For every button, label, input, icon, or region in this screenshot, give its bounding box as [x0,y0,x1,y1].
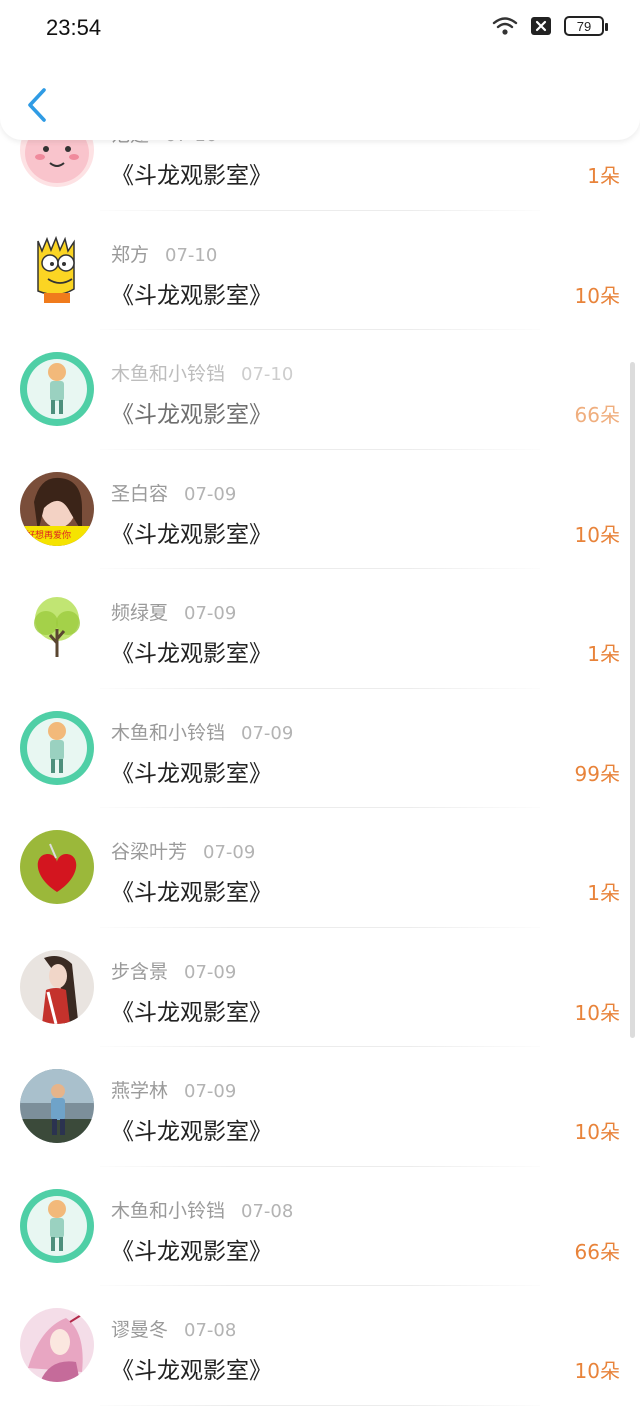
list-item[interactable]: 郑方 07-10 《斗龙观影室》 10朵 [0,211,640,330]
item-amount: 66朵 [574,1239,620,1264]
item-amount: 10朵 [574,522,620,547]
item-date: 07-09 [241,722,294,744]
user-name: 谬曼冬 [111,1319,169,1341]
item-amount: 10朵 [574,1000,620,1025]
status-icons: 79 [492,16,608,36]
avatar[interactable] [20,1188,94,1263]
list-item[interactable]: 步含景 07-09 《斗龙观影室》 10朵 [0,928,640,1047]
screen: 范建07-10 《斗龙观影室》 1朵 郑方07-10 《斗龙观影室》 10朵 木… [0,0,640,1422]
list-item[interactable]: 好想再爱你 圣白容 07-09 《斗龙观影室》 10朵 [0,450,640,569]
item-meta: 木鱼和小铃铛 07-09 [111,718,293,745]
list-item[interactable]: 木鱼和小铃铛 07-09 《斗龙观影室》 99朵 [0,689,640,808]
user-name: 频绿夏 [111,602,169,624]
user-name: 步含景 [111,960,169,983]
scrollbar[interactable] [630,362,635,1038]
item-meta: 步含景 07-09 [111,957,236,984]
list-item[interactable]: 木鱼和小铃铛 07-10 《斗龙观影室》 66朵 [0,330,640,450]
item-meta: 燕学林 07-09 [111,1076,236,1103]
status-time: 23:54 [46,15,102,40]
avatar[interactable] [20,1069,94,1143]
item-date: 07-09 [184,603,237,624]
item-title: 《斗龙观影室》 [111,1119,272,1145]
list-item[interactable]: 谬曼冬 07-08 《斗龙观影室》 10朵 [0,1286,640,1406]
divider [100,1404,540,1406]
item-title: 《斗龙观影室》 [111,282,272,309]
item-date: 07-08 [184,1320,237,1341]
user-name: 燕学林 [111,1080,169,1102]
item-title: 《斗龙观影室》 [111,880,272,906]
list-item[interactable]: 燕学林 07-09 《斗龙观影室》 10朵 [0,1047,640,1167]
item-date: 07-09 [184,961,237,983]
item-date: 07-09 [203,842,256,863]
avatar[interactable] [20,232,94,307]
item-amount: 10朵 [574,1120,620,1144]
user-name: 谷梁叶芳 [111,841,188,863]
item-amount: 1朵 [587,642,620,666]
item-meta: 郑方 07-10 [111,240,217,267]
avatar[interactable] [20,1308,94,1382]
avatar[interactable] [20,352,94,426]
item-amount: 10朵 [574,283,620,308]
list-item[interactable]: 木鱼和小铃铛 07-08 《斗龙观影室》 66朵 [0,1167,640,1286]
list-item[interactable]: 谷梁叶芳 07-09 《斗龙观影室》 1朵 [0,808,640,928]
top-bar: 23:54 79 [0,0,640,140]
close-square-icon [530,16,552,36]
item-date: 07-10 [165,244,218,266]
item-amount: 1朵 [587,881,620,905]
item-title: 《斗龙观影室》 [111,760,272,787]
item-meta: 谬曼冬 07-08 [111,1315,236,1342]
item-title: 《斗龙观影室》 [111,1358,272,1384]
user-name: 木鱼和小铃铛 [111,363,226,385]
item-title: 《斗龙观影室》 [111,521,272,548]
user-name: 木鱼和小铃铛 [111,1199,226,1222]
back-button[interactable] [20,84,56,126]
battery-icon: 79 [564,16,608,36]
item-title: 《斗龙观影室》 [111,163,272,189]
item-meta: 木鱼和小铃铛 07-10 [111,359,293,386]
item-title: 《斗龙观影室》 [111,999,272,1026]
reward-list: 范建07-10 《斗龙观影室》 1朵 郑方07-10 《斗龙观影室》 10朵 木… [0,91,640,1406]
item-amount: 10朵 [574,1359,620,1383]
item-meta: 圣白容 07-09 [111,479,236,506]
item-amount: 1朵 [587,164,620,188]
wifi-icon [492,16,518,36]
list-item[interactable]: 频绿夏 07-09 《斗龙观影室》 1朵 [0,569,640,689]
user-name: 木鱼和小铃铛 [111,721,226,744]
item-meta: 谷梁叶芳 07-09 [111,837,255,864]
svg-text:好想再爱你: 好想再爱你 [26,529,71,541]
user-name: 郑方 [111,243,150,266]
battery-level: 79 [576,18,592,34]
item-title: 《斗龙观影室》 [111,402,272,428]
chevron-left-icon [20,88,56,130]
avatar[interactable] [20,830,94,904]
item-date: 07-10 [241,364,294,385]
item-title: 《斗龙观影室》 [111,1238,272,1265]
item-date: 07-08 [241,1200,294,1222]
item-meta: 频绿夏 07-09 [111,598,236,625]
user-name: 圣白容 [111,482,169,505]
avatar[interactable]: 好想再爱你 [20,471,94,546]
item-date: 07-09 [184,1081,237,1102]
item-amount: 99朵 [574,761,620,786]
item-title: 《斗龙观影室》 [111,641,272,667]
item-amount: 66朵 [574,403,620,427]
item-date: 07-09 [184,483,237,505]
avatar[interactable] [20,949,94,1024]
avatar[interactable] [20,591,94,665]
item-meta: 木鱼和小铃铛 07-08 [111,1196,293,1223]
avatar[interactable] [20,710,94,785]
